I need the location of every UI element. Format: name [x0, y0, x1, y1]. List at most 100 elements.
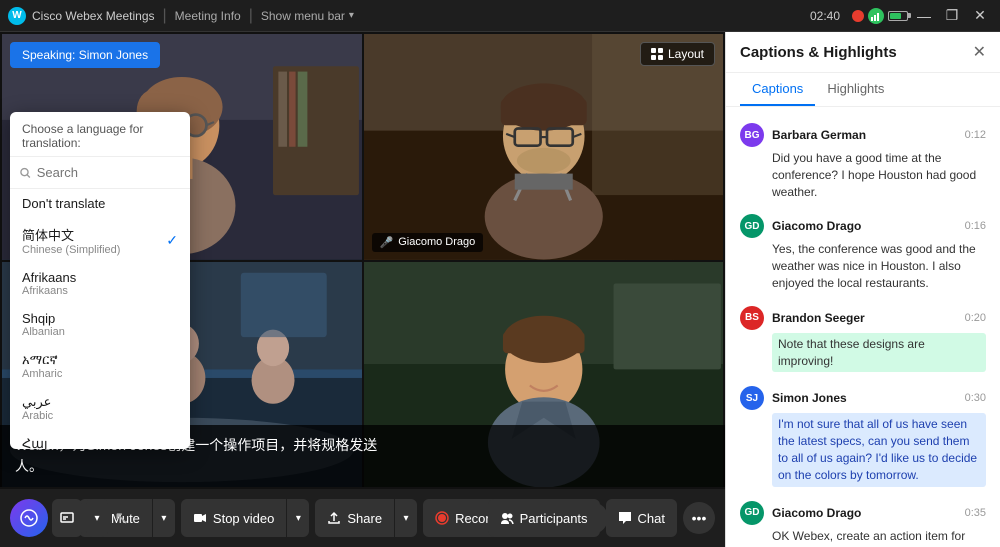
ai-icon [20, 509, 38, 527]
avatar-bs: BS [740, 306, 764, 330]
caption-time-2: 0:16 [965, 220, 986, 232]
sep1: | [163, 7, 167, 25]
captions-list: BG Barbara German 0:12 Did you have a go… [726, 107, 1000, 547]
caption-name-4: Simon Jones [772, 391, 847, 405]
lang-arabic-main: عربي [22, 394, 53, 410]
menu-chevron-icon: ▾ [349, 10, 354, 21]
caption-header-5: GD Giacomo Drago 0:35 [740, 501, 986, 525]
lang-chinese-sub: Chinese (Simplified) [22, 244, 120, 256]
meeting-info-link[interactable]: Meeting Info [175, 9, 241, 23]
lang-item-amharic[interactable]: አማርኛ Amharic [10, 345, 190, 387]
caption-time-5: 0:35 [965, 507, 986, 519]
share-chevron-button[interactable]: ▾ [395, 499, 417, 537]
caption-name-2: Giacomo Drago [772, 219, 861, 233]
caption-header-3: BS Brandon Seeger 0:20 [740, 306, 986, 330]
lang-arabic-sub: Arabic [22, 410, 53, 422]
avatar-sj: SJ [740, 386, 764, 410]
person-2-svg [364, 34, 724, 260]
maximize-button[interactable]: ❐ [940, 6, 964, 26]
caption-line-2: 人。 [15, 456, 710, 477]
lang-afrikaans-sub: Afrikaans [22, 285, 76, 297]
titlebar: W Cisco Webex Meetings | Meeting Info | … [0, 0, 1000, 32]
lang-item-arabic[interactable]: عربي Arabic [10, 387, 190, 429]
caption-time-1: 0:12 [965, 129, 986, 141]
stop-video-chevron-button[interactable]: ▾ [287, 499, 309, 537]
share-button[interactable]: Share [315, 499, 394, 537]
avatar-gd-1: GD [740, 214, 764, 238]
show-menu-bar-link[interactable]: Show menu bar [261, 9, 345, 23]
lang-item-afrikaans[interactable]: Afrikaans Afrikaans [10, 263, 190, 304]
caption-header-2: GD Giacomo Drago 0:16 [740, 214, 986, 238]
panel-close-button[interactable]: ✕ [973, 42, 986, 62]
caption-item-4: SJ Simon Jones 0:30 I'm not sure that al… [726, 380, 1000, 492]
caption-item-5: GD Giacomo Drago 0:35 OK Webex, create a… [726, 495, 1000, 547]
share-icon [327, 511, 341, 525]
caption-item-1: BG Barbara German 0:12 Did you have a go… [726, 117, 1000, 206]
chat-label: Chat [638, 511, 665, 526]
mute-chevron-button[interactable]: ▾ [153, 499, 175, 537]
lang-afrikaans-main: Afrikaans [22, 270, 76, 285]
caption-time-4: 0:30 [965, 392, 986, 404]
sep2: | [249, 7, 253, 25]
ai-assistant-button[interactable] [10, 499, 48, 537]
lang-dropdown-header: Choose a language for translation: [10, 112, 190, 157]
speaking-badge: Speaking: Simon Jones [10, 42, 160, 68]
caption-header-1: BG Barbara German 0:12 [740, 123, 986, 147]
panel-header: Captions & Highlights ✕ [726, 32, 1000, 73]
caption-text-5: OK Webex, create an action item for Simo… [772, 528, 986, 547]
lang-search-input[interactable] [37, 165, 180, 180]
video-area: Speaking: Simon Jones Layout [0, 32, 725, 547]
participants-button[interactable]: Participants [488, 499, 600, 537]
caption-text-4: I'm not sure that all of us have seen th… [772, 413, 986, 486]
toolbar-right: Participants Chat ••• [488, 499, 715, 537]
chat-button[interactable]: Chat [606, 499, 677, 537]
layout-button[interactable]: Layout [640, 42, 715, 66]
right-panel: Captions & Highlights ✕ Captions Highlig… [725, 32, 1000, 547]
participants-label: Participants [520, 511, 588, 526]
lang-armenian-main: Հայ [22, 436, 69, 449]
video-name-2: 🎤 Giacomo Drago [372, 233, 484, 252]
captions-chevron-button[interactable]: ▾ [86, 499, 108, 537]
cursor-indicator: ↖ [114, 508, 129, 529]
caption-text-3: Note that these designs are improving! [772, 333, 986, 373]
captions-button[interactable] [52, 499, 82, 537]
panel-tabs: Captions Highlights [726, 73, 1000, 107]
video-cell-2: 🎤 Giacomo Drago [364, 34, 724, 260]
lang-amharic-sub: Amharic [22, 368, 62, 380]
tab-highlights[interactable]: Highlights [815, 73, 896, 106]
chat-icon [618, 511, 632, 525]
caption-text-1: Did you have a good time at the conferen… [772, 150, 986, 200]
lang-albanian-main: Shqip [22, 311, 65, 326]
app-logo: W Cisco Webex Meetings [8, 7, 155, 25]
lang-item-chinese[interactable]: 简体中文 Chinese (Simplified) ✓ [10, 218, 190, 263]
caption-header-4: SJ Simon Jones 0:30 [740, 386, 986, 410]
close-button[interactable]: ✕ [968, 6, 992, 26]
caption-text-2: Yes, the conference was good and the wea… [772, 241, 986, 291]
panel-title: Captions & Highlights [740, 44, 897, 61]
caption-item-2: GD Giacomo Drago 0:16 Yes, the conferenc… [726, 208, 1000, 297]
minimize-button[interactable]: — [912, 6, 936, 26]
more-right-button[interactable]: ••• [683, 502, 715, 534]
caption-name-5: Giacomo Drago [772, 506, 861, 520]
signal-icon [868, 8, 884, 24]
share-label: Share [347, 511, 382, 526]
participants-icon [500, 511, 514, 525]
lang-search-container [10, 157, 190, 189]
layout-icon [651, 48, 663, 60]
lang-chinese-main: 简体中文 [22, 225, 120, 244]
share-group: Share ▾ [315, 499, 417, 537]
caption-time-3: 0:20 [965, 312, 986, 324]
tab-captions[interactable]: Captions [740, 73, 815, 106]
lang-item-armenian[interactable]: Հայ Armenian [10, 429, 190, 449]
avatar-gd-2: GD [740, 501, 764, 525]
lang-amharic-main: አማርኛ [22, 352, 62, 368]
titlebar-right: 02:40 — ❐ ✕ [810, 6, 992, 26]
lang-item-albanian[interactable]: Shqip Albanian [10, 304, 190, 345]
stop-video-button[interactable]: Stop video [181, 499, 286, 537]
caption-item-3: BS Brandon Seeger 0:20 Note that these d… [726, 300, 1000, 379]
lang-list: Don't translate 简体中文 Chinese (Simplified… [10, 189, 190, 449]
lang-check-icon: ✓ [166, 232, 178, 249]
lang-item-dont-translate[interactable]: Don't translate [10, 189, 190, 218]
language-dropdown: Choose a language for translation: Don't… [10, 112, 190, 449]
record-icon [435, 511, 449, 525]
